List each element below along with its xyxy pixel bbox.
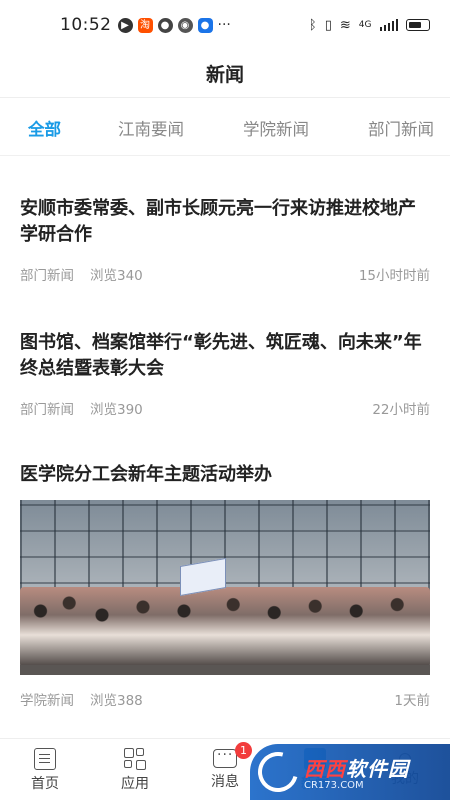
news-item[interactable]: 图书馆、档案馆举行“彰先进、筑匠魂、向未来”年终总结暨表彰大会 部门新闻 浏览3… [20,330,430,418]
news-meta: 部门新闻 浏览390 22小时前 [20,398,430,418]
video-icon: ▶ [117,17,133,33]
status-time: 10:52 [60,15,112,35]
network-type-label: 4G [358,20,372,30]
nav-messages-label: 消息 [211,774,239,790]
nav-apps-label: 应用 [121,775,149,792]
news-item[interactable]: 安顺市委常委、副市长顾元亮一行来访推进校地产学研合作 部门新闻 浏览340 15… [20,196,430,284]
tab-department-news[interactable]: 部门新闻 [368,116,434,140]
message-badge: 1 [235,742,252,759]
news-title[interactable]: 安顺市委常委、副市长顾元亮一行来访推进校地产学研合作 [20,196,430,248]
news-category: 学院新闻 [20,693,74,709]
taobao-icon: 淘 [137,17,153,33]
tab-jiangnan-news[interactable]: 江南要闻 [118,116,184,140]
watermark-brand-a: 西西 [304,757,346,781]
app-icon: ● [197,17,213,33]
status-bar: 10:52 ▶ 淘 ● ◉ ● ··· ᛒ ▯ ≋ 4G [0,0,450,50]
photo-ground [20,665,430,675]
news-time: 22小时前 [372,402,430,418]
news-views: 浏览390 [90,402,143,418]
news-title[interactable]: 图书馆、档案馆举行“彰先进、筑匠魂、向未来”年终总结暨表彰大会 [20,330,430,382]
bot-icon: ◉ [177,17,193,33]
apps-icon [124,747,146,770]
message-icon: 1 [213,742,252,768]
news-meta: 学院新闻 浏览388 1天前 [20,689,430,709]
news-time: 1天前 [394,693,430,709]
news-title[interactable]: 医学院分工会新年主题活动举办 [20,462,430,488]
watermark-logo: 西西软件园 CR173.COM [250,744,450,800]
news-views: 浏览340 [90,268,143,284]
home-icon [34,747,56,770]
wechat-icon: ● [157,17,173,33]
watermark-url: CR173.COM [304,780,364,791]
news-views: 浏览388 [90,693,143,709]
signal-icon [379,19,398,31]
more-icon: ··· [217,16,231,33]
battery-icon [406,19,430,31]
category-tabs: 全部 江南要闻 学院新闻 部门新闻 [0,98,450,156]
watermark-logo-icon [250,744,306,800]
news-photo[interactable] [20,500,430,675]
app-header: 新闻 [0,50,450,98]
watermark-brand: 西西软件园 [304,753,409,782]
photo-crowd [20,587,430,667]
status-icons-right: ᛒ ▯ ≋ 4G [309,18,430,33]
news-meta: 部门新闻 浏览340 15小时时前 [20,264,430,284]
news-item[interactable]: 医学院分工会新年主题活动举办 学院新闻 浏览388 1天前 [20,462,430,709]
nav-apps[interactable]: 应用 [100,739,170,800]
status-icons-left: ▶ 淘 ● ◉ ● ··· [117,16,231,33]
news-category: 部门新闻 [20,268,74,284]
tab-college-news[interactable]: 学院新闻 [243,116,309,140]
vibrate-icon: ▯ [324,17,332,33]
bluetooth-icon: ᛒ [308,17,317,33]
tab-all[interactable]: 全部 [28,116,61,140]
watermark-brand-b: 软件园 [346,757,409,781]
nav-home-label: 首页 [31,775,59,792]
page-title: 新闻 [205,64,244,86]
news-category: 部门新闻 [20,402,74,418]
wifi-icon: ≋ [339,17,351,33]
watermark-text: 西西软件园 CR173.COM [304,753,409,791]
news-time: 15小时时前 [358,268,430,284]
nav-home[interactable]: 首页 [10,739,80,800]
